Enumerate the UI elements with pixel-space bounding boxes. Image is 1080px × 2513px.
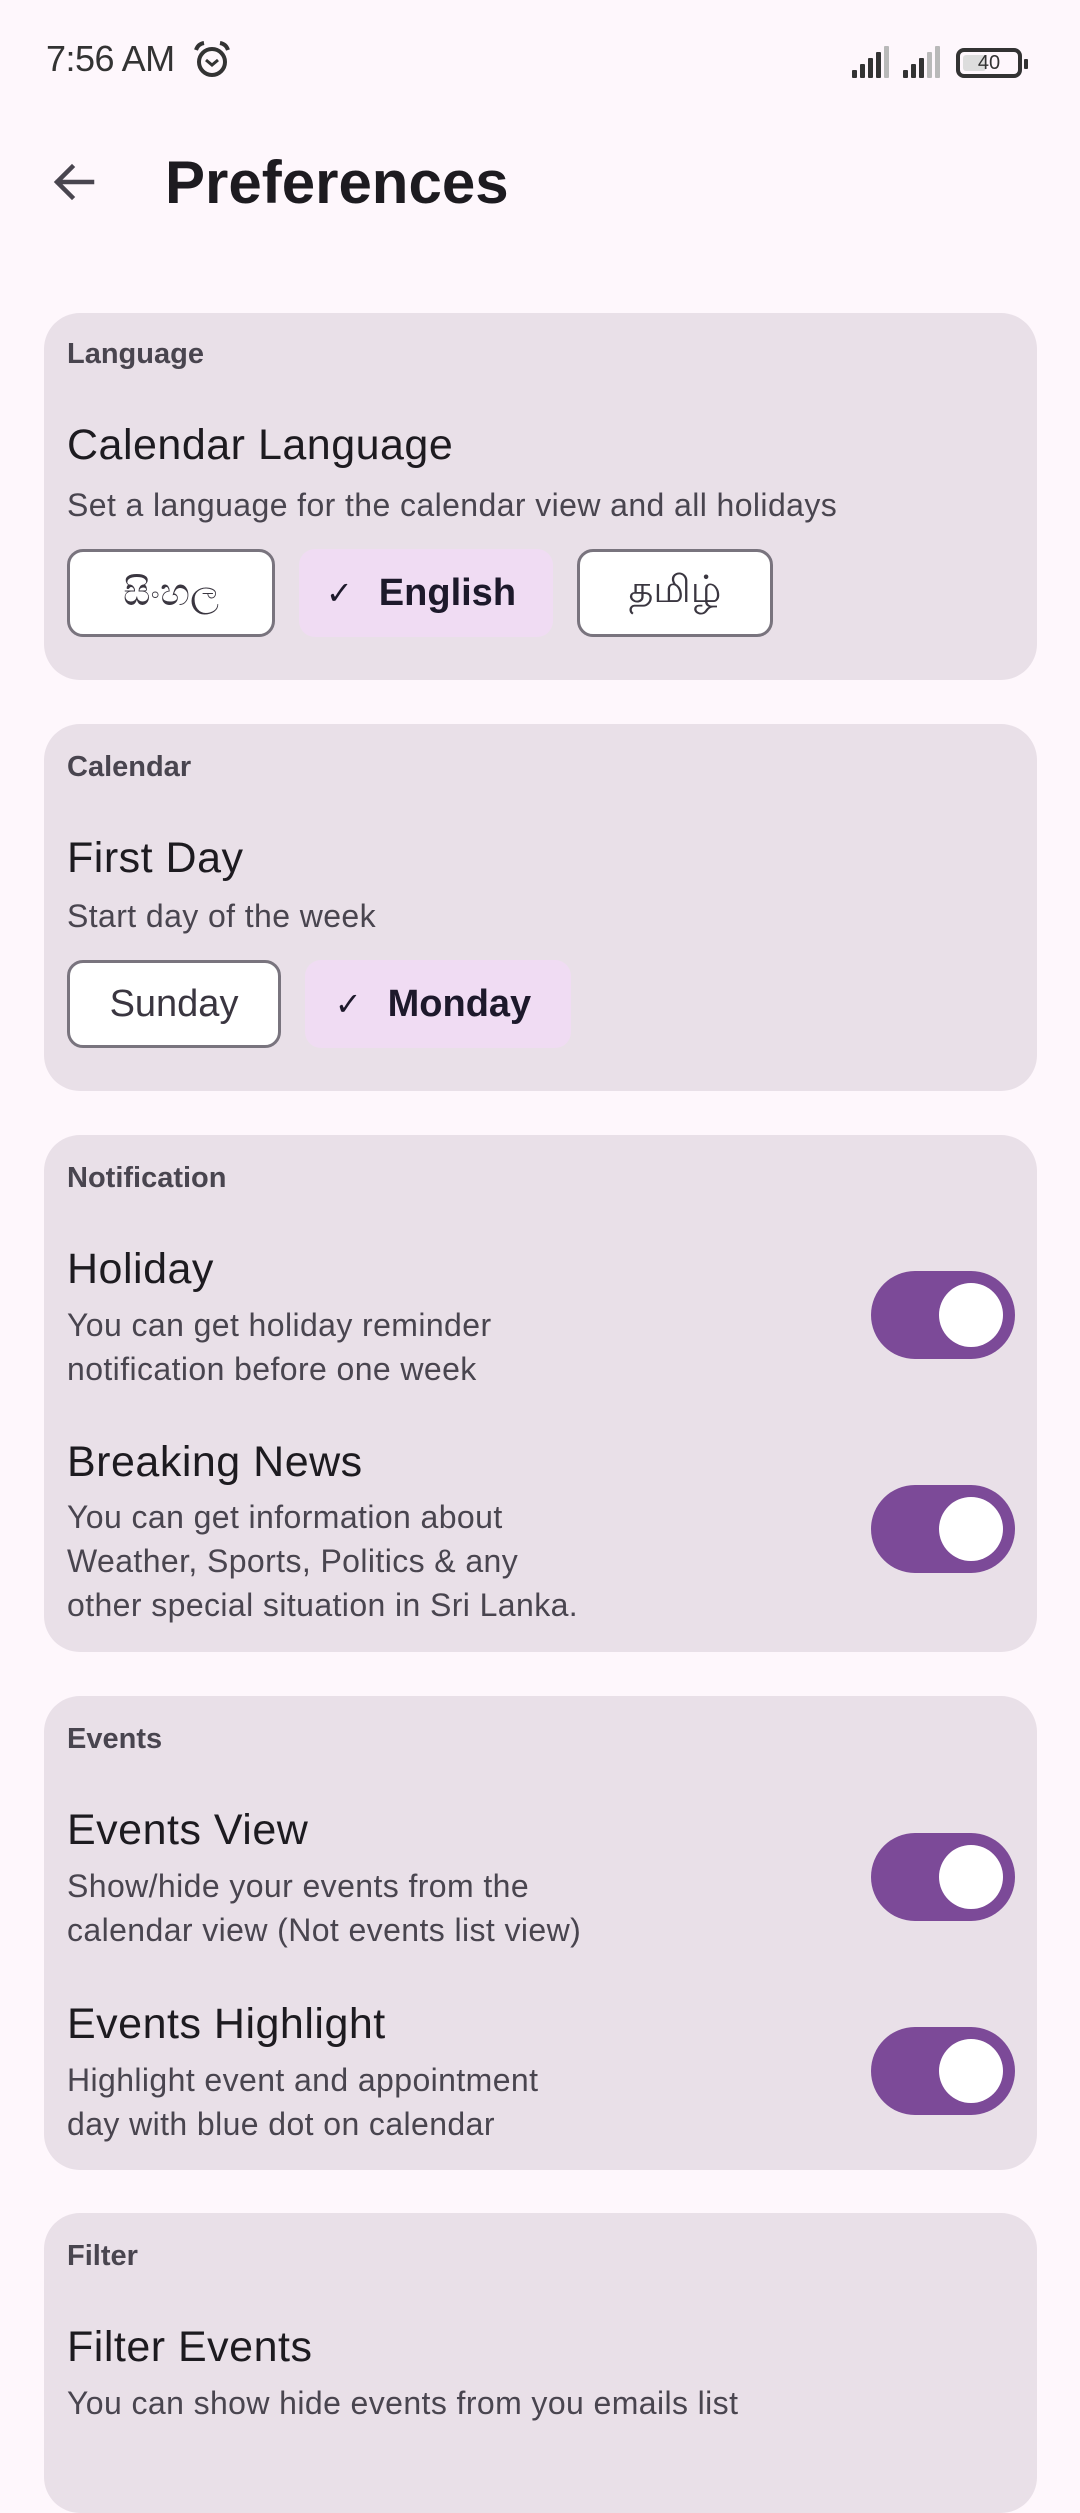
language-chip-english[interactable]: ✓ English — [299, 549, 553, 637]
toggle-thumb — [939, 1845, 1003, 1909]
events-view-toggle[interactable] — [871, 1833, 1015, 1921]
first-day-chip-monday[interactable]: ✓ Monday — [305, 960, 571, 1048]
events-highlight-title: Events Highlight — [67, 2000, 386, 2048]
arrow-back-icon — [53, 163, 95, 201]
chip-label: Sunday — [109, 982, 239, 1025]
events-highlight-toggle[interactable] — [871, 2027, 1015, 2115]
status-bar: 7:56 AM 40 — [0, 0, 1080, 120]
description-line: Show/hide your events from the — [67, 1868, 530, 1904]
page-title: Preferences — [165, 149, 509, 216]
chip-label: Monday — [387, 982, 532, 1025]
events-view-title: Events View — [67, 1806, 309, 1854]
toggle-thumb — [939, 2039, 1003, 2103]
section-header: Filter — [67, 2240, 138, 2272]
calendar-language-title: Calendar Language — [67, 421, 454, 469]
first-day-description: Start day of the week — [67, 898, 377, 934]
battery-level: 40 — [977, 51, 1001, 74]
filter-section[interactable]: Filter Filter Events You can show hide e… — [44, 2213, 1037, 2513]
filter-events-title: Filter Events — [67, 2323, 313, 2371]
chip-label: தமிழ் — [628, 569, 722, 611]
first-day-title: First Day — [67, 834, 244, 882]
calendar-language-description: Set a language for the calendar view and… — [67, 487, 838, 523]
description-line: day with blue dot on calendar — [67, 2106, 495, 2142]
description-line: Weather, Sports, Politics & any — [67, 1543, 519, 1579]
notification-section: Notification Holiday You can get holiday… — [44, 1135, 1037, 1652]
toggle-thumb — [939, 1497, 1003, 1561]
description-line: You can get information about — [67, 1499, 503, 1535]
description-line: calendar view (Not events list view) — [67, 1912, 582, 1948]
alarm-clock-icon — [194, 41, 230, 77]
check-icon: ✓ — [325, 575, 353, 611]
language-chip-sinhala[interactable]: සිංහල — [67, 549, 275, 637]
holiday-description: You can get holiday reminder notificatio… — [67, 1303, 492, 1391]
description-line: other special situation in Sri Lanka. — [67, 1587, 579, 1623]
status-time: 7:56 AM — [46, 38, 175, 79]
check-icon: ✓ — [334, 986, 362, 1022]
app-bar: Preferences — [0, 120, 1080, 240]
section-header: Notification — [67, 1162, 227, 1194]
section-header: Events — [67, 1723, 163, 1755]
breaking-news-description: You can get information about Weather, S… — [67, 1495, 578, 1627]
description-line: You can get holiday reminder — [67, 1307, 492, 1343]
section-header: Language — [67, 338, 204, 370]
calendar-section: Calendar First Day Start day of the week… — [44, 724, 1037, 1091]
events-highlight-description: Highlight event and appointment day with… — [67, 2058, 538, 2146]
toggle-thumb — [939, 1283, 1003, 1347]
filter-events-description: You can show hide events from you emails… — [67, 2385, 739, 2421]
battery-icon: 40 — [956, 48, 1028, 78]
chip-label: සිංහල — [123, 571, 219, 614]
events-view-description: Show/hide your events from the calendar … — [67, 1864, 581, 1952]
holiday-title: Holiday — [67, 1245, 214, 1293]
back-button[interactable] — [44, 152, 104, 212]
first-day-chip-group: Sunday ✓ Monday — [67, 960, 571, 1048]
signal-strength-icon-sim1 — [852, 46, 889, 78]
description-line: Highlight event and appointment — [67, 2062, 539, 2098]
first-day-chip-sunday[interactable]: Sunday — [67, 960, 281, 1048]
holiday-toggle[interactable] — [871, 1271, 1015, 1359]
language-section: Language Calendar Language Set a languag… — [44, 313, 1037, 680]
breaking-news-title: Breaking News — [67, 1438, 363, 1486]
language-chip-tamil[interactable]: தமிழ் — [577, 549, 773, 637]
signal-strength-icon-sim2 — [903, 46, 940, 78]
breaking-news-toggle[interactable] — [871, 1485, 1015, 1573]
section-header: Calendar — [67, 751, 192, 783]
language-chip-group: සිංහල ✓ English தமிழ் — [67, 549, 773, 637]
description-line: notification before one week — [67, 1351, 477, 1387]
events-section: Events Events View Show/hide your events… — [44, 1696, 1037, 2170]
chip-label: English — [378, 571, 517, 614]
